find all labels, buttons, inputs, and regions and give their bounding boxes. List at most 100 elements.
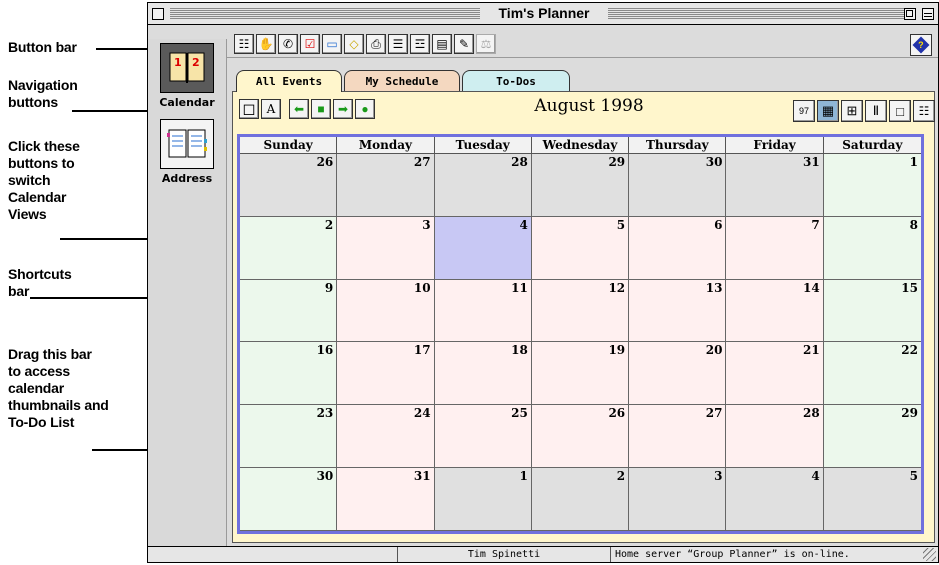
calendar-book-icon[interactable]: 1 2 bbox=[160, 43, 214, 93]
note-icon[interactable]: ◇ bbox=[344, 34, 364, 54]
contact-icon[interactable]: ☷ bbox=[234, 34, 254, 54]
calendar-day-cell[interactable]: 2 bbox=[531, 468, 630, 531]
calendar-day-cell[interactable]: 5 bbox=[823, 468, 921, 531]
handshake-icon[interactable]: ✋ bbox=[256, 34, 276, 54]
day-number: 9 bbox=[324, 280, 334, 295]
print-icon[interactable]: ⎙ bbox=[366, 34, 386, 54]
calendar-day-cell[interactable]: 26 bbox=[240, 154, 338, 217]
day-number: 3 bbox=[422, 217, 431, 232]
calendar-day-cell[interactable]: 3 bbox=[629, 468, 727, 531]
calendar-day-cell[interactable]: 23 bbox=[240, 405, 338, 469]
prev-arrow-icon[interactable]: ⬅ bbox=[289, 99, 309, 119]
calendar-day-cell[interactable]: 14 bbox=[726, 279, 824, 343]
calendar-day-cell[interactable]: 5 bbox=[531, 216, 630, 280]
day-number: 6 bbox=[714, 217, 723, 232]
calendar-day-cell[interactable]: 8 bbox=[823, 216, 921, 280]
help-icon[interactable]: ? bbox=[910, 34, 932, 56]
tab-all-events[interactable]: All Events bbox=[236, 70, 342, 92]
button-bar: ☷ ✋ ✆ ☑ ▭ ◇ ⎙ ☰ ☲ ▤ ✎ ⚖ ? bbox=[148, 26, 938, 58]
text-style-icon[interactable]: A bbox=[261, 99, 281, 119]
day-number: 10 bbox=[413, 280, 431, 295]
calendar-day-cell[interactable]: 1 bbox=[434, 468, 532, 531]
calendar-day-cell[interactable]: 22 bbox=[823, 342, 921, 406]
today-square-icon[interactable]: ■ bbox=[311, 99, 331, 119]
list-view-button-icon[interactable]: ☰ bbox=[388, 34, 408, 54]
day-number: 28 bbox=[803, 406, 820, 421]
day-number: 12 bbox=[608, 280, 626, 295]
phone-call-icon[interactable]: ✆ bbox=[278, 34, 298, 54]
calendar-day-cell[interactable]: 28 bbox=[434, 154, 532, 217]
week-grid-view-icon[interactable]: ⊞ bbox=[841, 100, 863, 122]
shortcut-calendar[interactable]: 1 2 Calendar bbox=[154, 43, 220, 109]
calendar-day-cell[interactable]: 12 bbox=[531, 279, 630, 343]
title-bar[interactable]: Tim's Planner bbox=[148, 3, 938, 25]
window-title: Tim's Planner bbox=[480, 5, 608, 21]
tab-to-dos[interactable]: To-Dos bbox=[462, 70, 570, 92]
calendar-day-cell[interactable]: 6 bbox=[629, 216, 727, 280]
day-name-header: Sunday Monday Tuesday Wednesday Thursday… bbox=[240, 137, 921, 154]
close-box-icon[interactable] bbox=[152, 8, 164, 20]
calendar-day-cell[interactable]: 27 bbox=[629, 405, 727, 469]
calendar-day-cell[interactable]: 25 bbox=[434, 405, 532, 469]
new-event-icon[interactable]: ◻ bbox=[239, 99, 259, 119]
calendar-day-cell[interactable]: 21 bbox=[726, 342, 824, 406]
week-columns-view-icon[interactable]: Ⅱ bbox=[865, 100, 887, 122]
blank-view-icon[interactable]: □ bbox=[889, 100, 911, 122]
day-number: 31 bbox=[413, 469, 431, 484]
shortcut-label: Address bbox=[161, 172, 213, 185]
calendar-day-cell[interactable]: 18 bbox=[434, 342, 532, 406]
calendar-day-cell[interactable]: 30 bbox=[629, 154, 727, 217]
scale-icon: ⚖ bbox=[476, 34, 496, 54]
zoom-box-icon[interactable] bbox=[904, 8, 916, 20]
calendar-day-cell[interactable]: 3 bbox=[337, 216, 435, 280]
calendar-day-cell[interactable]: 2 bbox=[240, 216, 338, 280]
details-icon[interactable]: ☲ bbox=[410, 34, 430, 54]
calendar-day-cell[interactable]: 20 bbox=[629, 342, 727, 406]
calendar-day-cell[interactable]: 11 bbox=[434, 279, 532, 343]
calendar-day-cell[interactable]: 4 bbox=[434, 216, 532, 280]
calendar-day-cell[interactable]: 13 bbox=[629, 279, 727, 343]
calendar-day-cell[interactable]: 19 bbox=[531, 342, 630, 406]
collapse-box-icon[interactable] bbox=[922, 8, 934, 20]
dot-icon[interactable]: ● bbox=[355, 99, 375, 119]
day-view-icon[interactable]: 97 bbox=[793, 100, 815, 122]
resize-grip-icon[interactable] bbox=[923, 548, 936, 561]
save-icon[interactable]: ▤ bbox=[432, 34, 452, 54]
calendar-day-cell[interactable]: 28 bbox=[726, 405, 824, 469]
calendar-day-cell[interactable]: 9 bbox=[240, 279, 338, 343]
day-number: 27 bbox=[413, 155, 431, 169]
calendar-day-cell[interactable]: 24 bbox=[337, 405, 435, 469]
calendar-day-cell[interactable]: 1 bbox=[823, 154, 921, 217]
calendar-day-cell[interactable]: 15 bbox=[823, 279, 921, 343]
day-name: Monday bbox=[337, 137, 435, 154]
day-number: 1 bbox=[909, 155, 918, 169]
next-arrow-icon[interactable]: ➡ bbox=[333, 99, 353, 119]
month-view-icon[interactable]: ▦ bbox=[817, 100, 839, 122]
tools-icon[interactable]: ✎ bbox=[454, 34, 474, 54]
calendar-day-cell[interactable]: 4 bbox=[726, 468, 824, 531]
tab-my-schedule[interactable]: My Schedule bbox=[344, 70, 460, 92]
status-server: Home server “Group Planner” is on-line. bbox=[610, 547, 918, 562]
annotation-button-bar: Button bar bbox=[8, 39, 77, 55]
calendar-day-cell[interactable]: 17 bbox=[337, 342, 435, 406]
calendar-day-cell[interactable]: 16 bbox=[240, 342, 338, 406]
calendar-day-cell[interactable]: 29 bbox=[823, 405, 921, 469]
day-number: 21 bbox=[803, 343, 820, 358]
calendar-day-cell[interactable]: 26 bbox=[531, 405, 630, 469]
calendar-panel: ◻ A ⬅ ■ ➡ ● August 1998 97 ▦ ⊞ Ⅱ □ ☷ Sun… bbox=[232, 91, 935, 543]
day-number: 16 bbox=[316, 343, 334, 358]
calendar-day-cell[interactable]: 30 bbox=[240, 468, 338, 531]
address-book-icon[interactable] bbox=[160, 119, 214, 169]
calendar-day-cell[interactable]: 7 bbox=[726, 216, 824, 280]
day-number: 26 bbox=[608, 406, 626, 421]
calendar-day-cell[interactable]: 29 bbox=[531, 154, 630, 217]
shortcut-address[interactable]: Address bbox=[154, 119, 220, 185]
list-view-icon[interactable]: ☷ bbox=[913, 100, 935, 122]
calendar-day-cell[interactable]: 31 bbox=[337, 468, 435, 531]
todo-check-icon[interactable]: ☑ bbox=[300, 34, 320, 54]
calendar-day-cell[interactable]: 27 bbox=[337, 154, 435, 217]
calendar-day-cell[interactable]: 31 bbox=[726, 154, 824, 217]
day-number: 8 bbox=[909, 217, 918, 232]
banner-event-icon[interactable]: ▭ bbox=[322, 34, 342, 54]
calendar-day-cell[interactable]: 10 bbox=[337, 279, 435, 343]
